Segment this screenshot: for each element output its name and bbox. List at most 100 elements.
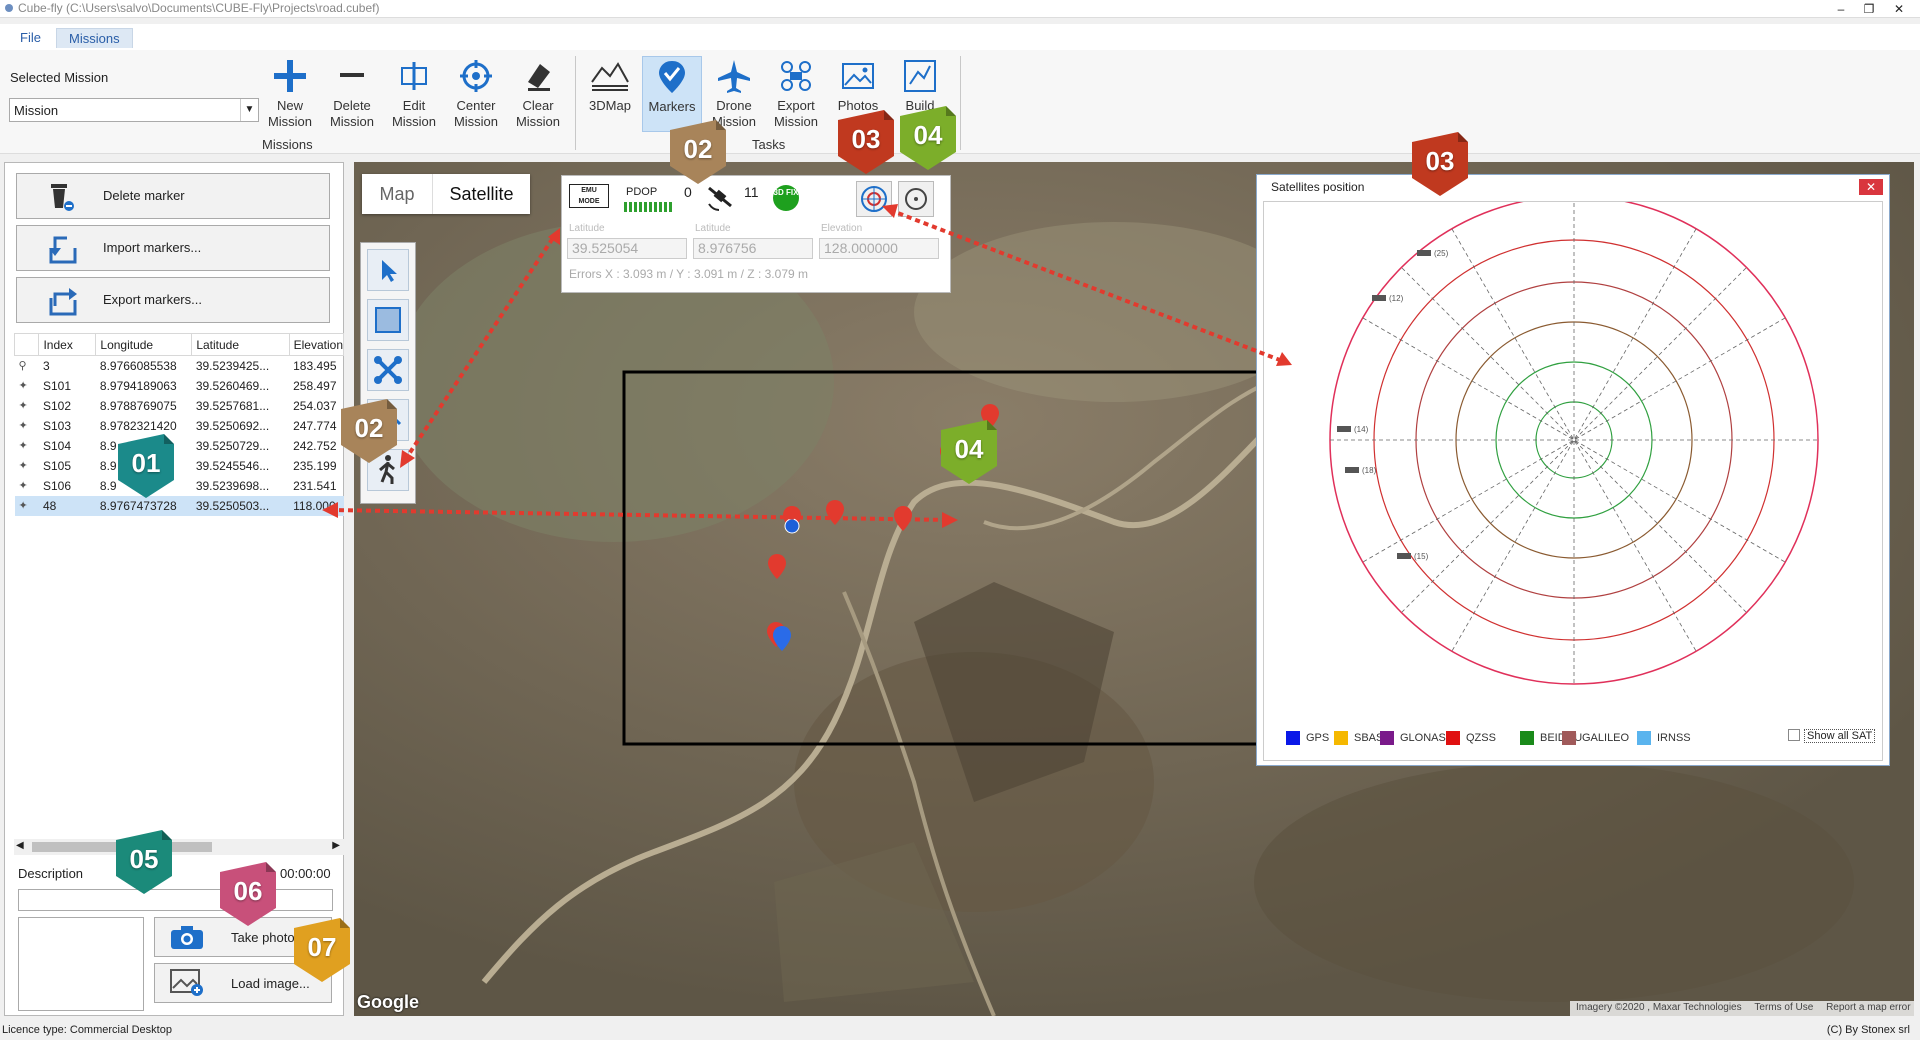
column-header-elevation[interactable]: Elevation (288, 333, 345, 356)
column-header-latitude[interactable]: Latitude (191, 333, 290, 356)
table-row[interactable]: ✦ S105 8.9 39.5245546... 235.199 (15, 456, 344, 476)
delete-marker-button[interactable]: Delete marker (16, 173, 330, 219)
horizontal-scrollbar[interactable]: ◀ ▶ (14, 839, 344, 855)
column-header-longitude[interactable]: Longitude (95, 333, 193, 356)
pointer-icon (382, 260, 397, 282)
new-mission-button[interactable]: New Mission (260, 56, 320, 136)
satellite-tab[interactable]: Satellite (432, 174, 530, 214)
markers-table: Index Longitude Latitude Elevation ⚲ 3 8.9… (13, 333, 345, 516)
survey-point-icon: ✦ (18, 380, 28, 392)
area-tool-button[interactable] (367, 299, 409, 341)
latitude-field-1: 39.525054 (567, 238, 687, 259)
table-row[interactable]: ✦ S104 8.9 39.5250729... 242.752 (15, 436, 344, 456)
elevation-field: 128.000000 (819, 238, 939, 259)
cell-latitude: 39.5250729... (195, 438, 270, 453)
cell-index: S105 (42, 458, 71, 473)
delete-mission-label: Delete Mission (329, 98, 375, 129)
skyplot: (25) (12) (14) (18) (15) (1329, 188, 1819, 685)
cell-elevation: 254.037 (293, 398, 337, 413)
survey-point-icon: ✦ (18, 400, 28, 412)
emu-mode-badge: EMU MODE (569, 184, 609, 208)
tab-file[interactable]: File (8, 28, 53, 48)
legend-label-gps: GPS (1306, 732, 1330, 744)
export-markers-label: Export markers... (103, 292, 202, 307)
callout-number: 01 (131, 448, 161, 478)
sat-label: (15) (1414, 552, 1429, 561)
delete-mission-button[interactable]: Delete Mission (322, 56, 382, 136)
callout-badge-03: 03 (1412, 132, 1468, 196)
table-row[interactable]: ⚲ 3 8.9766085538 39.5239425... 183.495 (15, 356, 344, 376)
table-row[interactable]: ✦ S106 8.9 39.5239698... 231.541 (15, 476, 344, 496)
imagery-credit: Imagery ©2020 , Maxar Technologies (1576, 1002, 1742, 1013)
select-tool-button[interactable] (367, 249, 409, 291)
cell-longitude: 8.9788769075 (99, 398, 177, 413)
maximize-button[interactable]: ❐ (1858, 0, 1880, 18)
show-all-sat-checkbox[interactable] (1788, 729, 1800, 741)
table-header: Index Longitude Latitude Elevation (13, 333, 345, 356)
map-tab[interactable]: Map (362, 174, 432, 214)
column-header-index[interactable]: Index (38, 333, 97, 356)
table-row[interactable]: ✦ S101 8.9794189063 39.5260469... 258.497 (15, 376, 344, 396)
plane-icon (718, 60, 750, 93)
table-row[interactable]: ✦ 48 8.9767473728 39.5250503... 118.000 (14, 495, 344, 516)
edit-icon (401, 62, 427, 90)
callout-badge-03: 03 (838, 110, 894, 174)
photo-icon (842, 63, 874, 89)
locate-button[interactable] (898, 181, 934, 217)
terms-link[interactable]: Terms of Use (1754, 1002, 1813, 1013)
cell-index: 3 (42, 358, 50, 373)
missions-group-label: Missions (262, 137, 313, 152)
table-row[interactable]: ✦ S103 8.9782321420 39.5250692... 247.774 (15, 416, 344, 436)
cell-elevation: 118.000 (289, 495, 344, 516)
build-icon (904, 60, 936, 92)
signal-bar (624, 202, 672, 212)
clear-mission-button[interactable]: Clear Mission (508, 56, 568, 136)
callout-badge-04: 04 (900, 106, 956, 170)
center-mission-button[interactable]: Center Mission (446, 56, 506, 136)
show-all-sat-label[interactable]: Show all SAT (1804, 729, 1876, 743)
scroll-right-icon[interactable]: ▶ (332, 840, 340, 851)
minimize-button[interactable]: – (1830, 0, 1852, 18)
cell-latitude: 39.5245546... (195, 458, 270, 473)
3dmap-button[interactable]: 3DMap (580, 56, 640, 136)
satellite-markers: (25) (12) (14) (18) (15) (1337, 249, 1449, 561)
report-link[interactable]: Report a map error (1826, 1002, 1910, 1013)
export-markers-button[interactable]: Export markers... (16, 277, 330, 323)
callout-number: 04 (913, 120, 943, 150)
callout-number: 07 (307, 932, 337, 962)
mission-select[interactable]: Mission ▼ (9, 98, 259, 122)
tab-missions[interactable]: Missions (56, 28, 133, 48)
cell-latitude: 39.5250503... (191, 495, 290, 516)
export-mission-label: Export Mission (773, 98, 819, 129)
description-input[interactable] (18, 889, 333, 911)
radar-icon (861, 186, 887, 212)
cell-elevation: 242.752 (293, 438, 337, 453)
export-mission-button[interactable]: Export Mission (766, 56, 826, 136)
table-row[interactable]: ✦ S102 8.9788769075 39.5257681... 254.037 (15, 396, 344, 416)
callout-number: 06 (233, 876, 263, 906)
scroll-left-icon[interactable]: ◀ (16, 840, 24, 851)
drone-tool-button[interactable] (367, 349, 409, 391)
close-button[interactable]: ✕ (1888, 0, 1910, 18)
camera-icon (171, 926, 203, 949)
legend-swatch-gps (1286, 731, 1300, 745)
menu-bar (0, 24, 1920, 50)
legend-swatch-sbas (1334, 731, 1348, 745)
status-bar: Licence type: Commercial Desktop (C) By … (0, 1022, 1920, 1040)
import-markers-button[interactable]: Import markers... (16, 225, 330, 271)
trash-icon (51, 184, 74, 211)
pdop-label: PDOP (626, 186, 658, 198)
callout-number: 03 (1425, 146, 1455, 176)
legend-swatch-glonass (1380, 731, 1394, 745)
legend-label-irnss: IRNSS (1657, 732, 1691, 744)
satellites-close-button[interactable]: ✕ (1859, 179, 1883, 195)
cell-elevation: 258.497 (293, 378, 337, 393)
chevron-down-icon[interactable]: ▼ (240, 99, 258, 121)
gps-status-widget: EMU MODE PDOP 0 11 3D FIX Latitude 39.52… (561, 175, 951, 293)
mountain-icon (591, 62, 629, 91)
edit-mission-button[interactable]: Edit Mission (384, 56, 444, 136)
satellite-view-button[interactable] (856, 181, 892, 217)
errors-readout: Errors X : 3.093 m / Y : 3.091 m / Z : 3… (569, 267, 808, 281)
target-icon (905, 188, 927, 210)
description-label: Description (18, 866, 84, 881)
